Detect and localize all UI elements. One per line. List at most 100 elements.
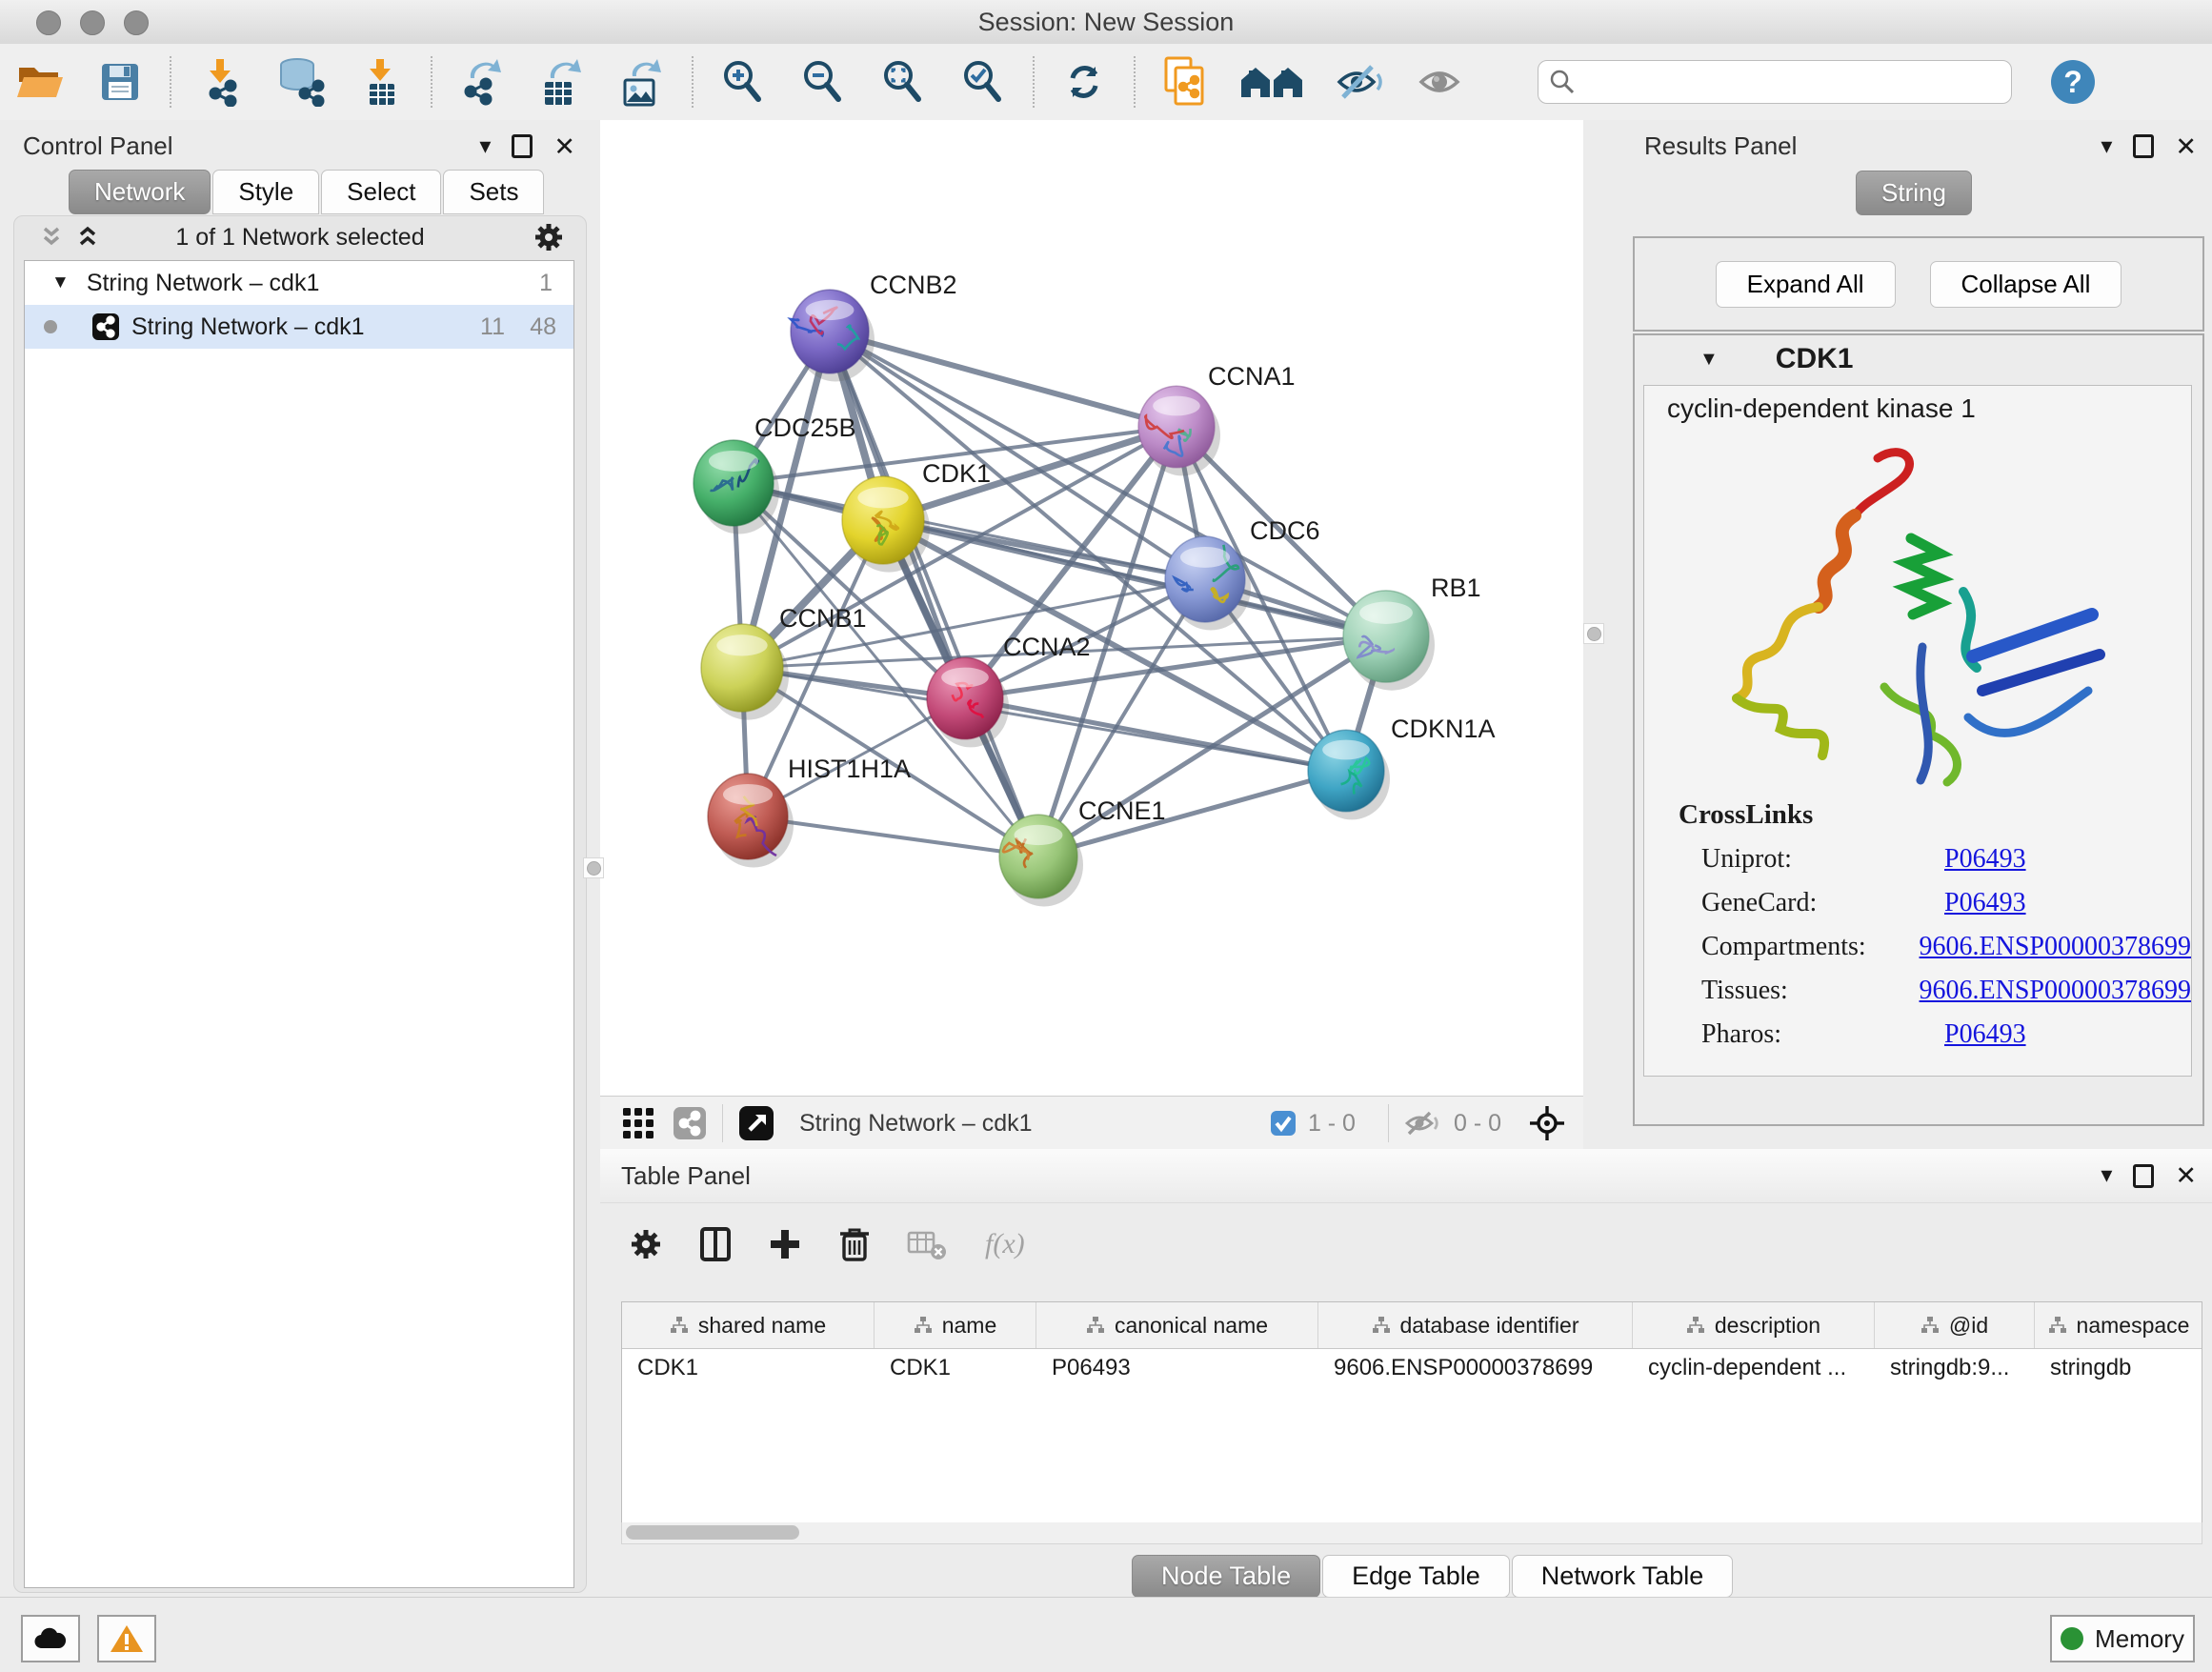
network-collection-row[interactable]: ▼ String Network – cdk1 1 bbox=[25, 261, 573, 305]
hidden-eye-icon[interactable] bbox=[1404, 1108, 1442, 1138]
gene-expander-icon[interactable]: ▼ bbox=[1699, 349, 1719, 371]
network-view-canvas[interactable]: CCNB2CCNA1CDC25BCDK1CDC6RB1CCNB1CCNA2CDK… bbox=[600, 120, 1583, 1096]
refresh-icon[interactable] bbox=[1057, 55, 1111, 109]
memory-label: Memory bbox=[2095, 1624, 2184, 1654]
network-node-hist1h1a[interactable] bbox=[708, 774, 794, 867]
crosslink-link[interactable]: 9606.ENSP00000378699 bbox=[1920, 932, 2191, 962]
panel-float-icon[interactable] bbox=[2133, 1164, 2154, 1188]
warnings-button[interactable] bbox=[97, 1615, 156, 1662]
tab-style[interactable]: Style bbox=[212, 170, 319, 214]
zoom-out-icon[interactable] bbox=[796, 55, 850, 109]
help-icon[interactable]: ? bbox=[2046, 55, 2100, 109]
import-network-database-icon[interactable] bbox=[274, 55, 328, 109]
panel-collapse-icon[interactable]: ▾ bbox=[479, 135, 491, 158]
zoom-in-icon[interactable] bbox=[716, 55, 770, 109]
panel-collapse-icon[interactable]: ▾ bbox=[2101, 1164, 2112, 1187]
tree-expander-icon[interactable]: ▼ bbox=[51, 272, 70, 293]
export-network-icon[interactable] bbox=[455, 55, 509, 109]
tab-network-table[interactable]: Network Table bbox=[1512, 1555, 1734, 1598]
toolbar-separator bbox=[1388, 1104, 1389, 1142]
panel-collapse-icon[interactable]: ▾ bbox=[2101, 135, 2112, 158]
network-node-ccnb2[interactable] bbox=[791, 290, 875, 381]
column-header-name[interactable]: name bbox=[875, 1302, 1036, 1348]
crosslink-link[interactable]: 9606.ENSP00000378699 bbox=[1920, 976, 2191, 1006]
network-options-gear-icon[interactable] bbox=[533, 221, 565, 253]
selected-checkbox-icon[interactable] bbox=[1270, 1110, 1297, 1137]
network-node-cdk1[interactable] bbox=[842, 476, 930, 573]
crosslink-link[interactable]: P06493 bbox=[1944, 1019, 2026, 1050]
table-horizontal-scrollbar[interactable] bbox=[621, 1522, 2202, 1544]
tab-sets[interactable]: Sets bbox=[443, 170, 544, 214]
column-header-database-identifier[interactable]: database identifier bbox=[1318, 1302, 1633, 1348]
open-session-icon[interactable] bbox=[13, 55, 67, 109]
add-column-icon[interactable] bbox=[768, 1227, 802, 1261]
crosslink-link[interactable]: P06493 bbox=[1944, 844, 2026, 875]
network-edge[interactable] bbox=[965, 698, 1346, 771]
network-row[interactable]: String Network – cdk1 11 48 bbox=[25, 305, 573, 349]
tab-select[interactable]: Select bbox=[321, 170, 441, 214]
zoom-selected-icon[interactable] bbox=[956, 55, 1010, 109]
table-cell[interactable]: 9606.ENSP00000378699 bbox=[1318, 1355, 1633, 1381]
crosslink-label: Uniprot: bbox=[1701, 844, 1944, 875]
cloud-button[interactable] bbox=[21, 1615, 80, 1662]
tab-network[interactable]: Network bbox=[69, 170, 211, 214]
import-network-file-icon[interactable] bbox=[194, 55, 248, 109]
first-neighbors-icon[interactable] bbox=[1238, 55, 1307, 109]
save-session-icon[interactable] bbox=[93, 55, 147, 109]
table-gear-icon[interactable] bbox=[629, 1227, 663, 1261]
panel-float-icon[interactable] bbox=[512, 134, 533, 158]
column-header-id[interactable]: @id bbox=[1875, 1302, 2035, 1348]
column-header-description[interactable]: description bbox=[1633, 1302, 1875, 1348]
column-header-canonical-name[interactable]: canonical name bbox=[1036, 1302, 1318, 1348]
search-icon bbox=[1548, 68, 1577, 96]
show-all-icon[interactable] bbox=[1414, 55, 1467, 109]
grid-view-icon[interactable] bbox=[621, 1106, 655, 1140]
import-table-file-icon[interactable] bbox=[354, 55, 408, 109]
expand-all-button[interactable]: Expand All bbox=[1716, 261, 1896, 308]
network-node-ccnb1[interactable] bbox=[701, 624, 789, 720]
table-cell[interactable]: stringdb:9... bbox=[1875, 1355, 2035, 1381]
fit-crosshair-icon[interactable] bbox=[1528, 1104, 1566, 1142]
panel-close-icon[interactable]: ✕ bbox=[2175, 1164, 2197, 1187]
table-cell[interactable]: CDK1 bbox=[622, 1355, 875, 1381]
table-row[interactable]: CDK1CDK1P064939606.ENSP00000378699cyclin… bbox=[622, 1349, 2202, 1387]
table-cell[interactable]: stringdb bbox=[2035, 1355, 2202, 1381]
network-node-cdkn1a[interactable] bbox=[1308, 730, 1390, 819]
export-image-icon[interactable] bbox=[615, 55, 669, 109]
table-cell[interactable]: P06493 bbox=[1036, 1355, 1318, 1381]
memory-button[interactable]: Memory bbox=[2050, 1615, 2195, 1662]
network-node-ccne1[interactable] bbox=[999, 815, 1083, 906]
tab-edge-table[interactable]: Edge Table bbox=[1322, 1555, 1510, 1598]
share-view-icon[interactable] bbox=[673, 1106, 707, 1140]
network-node-cdc25b[interactable] bbox=[694, 440, 779, 534]
table-cell[interactable]: CDK1 bbox=[875, 1355, 1036, 1381]
search-field[interactable] bbox=[1577, 68, 1981, 96]
clone-network-icon[interactable] bbox=[1158, 55, 1212, 109]
hide-selected-icon[interactable] bbox=[1334, 55, 1387, 109]
delete-column-icon[interactable] bbox=[838, 1226, 871, 1262]
tab-string[interactable]: String bbox=[1856, 171, 1972, 215]
panel-float-icon[interactable] bbox=[2133, 134, 2154, 158]
left-splitter-handle[interactable] bbox=[583, 857, 604, 878]
panel-close-icon[interactable]: ✕ bbox=[2175, 135, 2197, 158]
export-table-icon[interactable] bbox=[535, 55, 589, 109]
panel-close-icon[interactable]: ✕ bbox=[553, 135, 575, 158]
birdseye-view-icon[interactable] bbox=[738, 1105, 774, 1141]
collapse-all-button[interactable]: Collapse All bbox=[1930, 261, 2122, 308]
column-header-shared-name[interactable]: shared name bbox=[622, 1302, 875, 1348]
search-input[interactable] bbox=[1538, 60, 2012, 104]
zoom-fit-icon[interactable] bbox=[876, 55, 930, 109]
collection-label: String Network – cdk1 bbox=[87, 270, 320, 297]
tab-node-table[interactable]: Node Table bbox=[1132, 1555, 1320, 1598]
gene-details: cyclin-dependent kinase 1 CrossL bbox=[1643, 385, 2192, 1077]
table-cell[interactable]: cyclin-dependent ... bbox=[1633, 1355, 1875, 1381]
right-splitter-handle[interactable] bbox=[1583, 623, 1604, 644]
network-node-rb1[interactable] bbox=[1343, 591, 1435, 691]
show-columns-icon[interactable] bbox=[699, 1227, 732, 1261]
crosslink-link[interactable]: P06493 bbox=[1944, 888, 2026, 918]
selected-counts: 1 - 0 bbox=[1308, 1110, 1356, 1138]
results-actions-box: Expand All Collapse All bbox=[1633, 236, 2204, 332]
column-header-namespace[interactable]: namespace bbox=[2035, 1302, 2202, 1348]
scrollbar-thumb[interactable] bbox=[626, 1525, 799, 1540]
network-edge[interactable] bbox=[830, 332, 1176, 427]
